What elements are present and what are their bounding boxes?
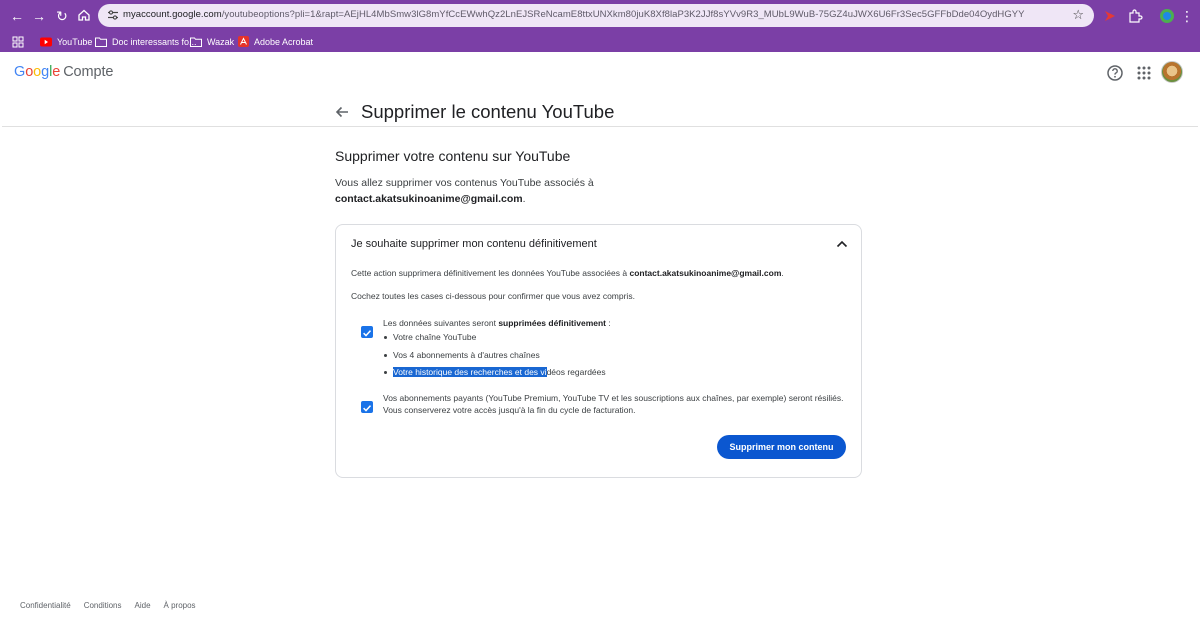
browser-toolbar: ← → ↻ myaccount.google.com/youtubeoption… bbox=[0, 0, 1200, 31]
youtube-icon bbox=[40, 37, 52, 46]
menu-dots-icon[interactable]: ⋮ bbox=[1178, 7, 1196, 25]
checkmark-icon bbox=[363, 330, 372, 337]
bookmark-doc-interessants[interactable]: Doc interessants fo... bbox=[95, 34, 197, 49]
site-info-icon[interactable] bbox=[106, 8, 120, 22]
folder-icon bbox=[190, 37, 202, 47]
browser-chrome: ← → ↻ myaccount.google.com/youtubeoption… bbox=[0, 0, 1200, 52]
delete-content-button[interactable]: Supprimer mon contenu bbox=[717, 435, 846, 459]
page-content: Google Compte Supprimer le contenu YouTub… bbox=[2, 52, 1198, 623]
section-title: Supprimer votre contenu sur YouTube bbox=[335, 148, 571, 164]
forward-nav-icon[interactable]: → bbox=[30, 7, 48, 25]
footer-link-help[interactable]: Aide bbox=[135, 601, 151, 610]
card-heading[interactable]: Je souhaite supprimer mon contenu défini… bbox=[351, 238, 597, 250]
footer-link-about[interactable]: À propos bbox=[164, 601, 196, 610]
bookmark-adobe-acrobat[interactable]: Adobe Acrobat bbox=[238, 34, 313, 49]
google-account-logo[interactable]: Google Compte bbox=[14, 64, 113, 80]
extensions-puzzle-icon[interactable] bbox=[1127, 8, 1143, 24]
extension-icon[interactable] bbox=[1102, 8, 1118, 24]
checkbox-paid-subscriptions-label: Vos abonnements payants (YouTube Premium… bbox=[383, 393, 844, 415]
list-item: Votre chaîne YouTube bbox=[383, 332, 606, 350]
list-item: Votre historique des recherches et des v… bbox=[383, 367, 606, 385]
page-title: Supprimer le contenu YouTube bbox=[361, 101, 615, 122]
apps-launcher-icon[interactable] bbox=[1135, 64, 1153, 82]
profile-icon[interactable] bbox=[1159, 8, 1175, 24]
delete-content-card: Je souhaite supprimer mon contenu défini… bbox=[335, 224, 862, 478]
back-nav-icon[interactable]: ← bbox=[8, 7, 26, 25]
footer-link-terms[interactable]: Conditions bbox=[84, 601, 122, 610]
checkmark-icon bbox=[363, 405, 372, 412]
chevron-up-icon[interactable] bbox=[835, 237, 849, 251]
help-icon[interactable] bbox=[1106, 64, 1124, 82]
deletion-list: Votre chaîne YouTube Vos 4 abonnements à… bbox=[383, 332, 606, 385]
url-text: myaccount.google.com/youtubeoptions?pli=… bbox=[123, 9, 1025, 20]
bookmark-youtube[interactable]: YouTube bbox=[40, 34, 92, 49]
home-icon[interactable] bbox=[75, 7, 93, 25]
list-item: Vos 4 abonnements à d'autres chaînes bbox=[383, 350, 606, 368]
folder-icon bbox=[95, 37, 107, 47]
bookmark-star-icon[interactable]: ☆ bbox=[1072, 7, 1084, 23]
address-bar[interactable]: myaccount.google.com/youtubeoptions?pli=… bbox=[98, 4, 1094, 27]
back-arrow-icon[interactable] bbox=[333, 103, 351, 121]
footer-link-privacy[interactable]: Confidentialité bbox=[20, 601, 71, 610]
checkbox-paid-subscriptions[interactable] bbox=[361, 401, 373, 413]
intro-text: Vous allez supprimer vos contenus YouTub… bbox=[335, 177, 594, 205]
confirm-text: Cochez toutes les cases ci-dessous pour … bbox=[351, 291, 635, 301]
footer: Confidentialité Conditions Aide À propos bbox=[20, 601, 209, 610]
account-email: contact.akatsukinoanime@gmail.com bbox=[335, 193, 523, 205]
apps-grid-icon[interactable] bbox=[12, 34, 29, 49]
bookmarks-bar: YouTube Doc interessants fo... Wazak Ado… bbox=[0, 31, 1200, 52]
checkbox-data-deletion-label: Les données suivantes seront supprimées … bbox=[383, 318, 611, 328]
action-text: Cette action supprimera définitivement l… bbox=[351, 268, 784, 278]
reload-icon[interactable]: ↻ bbox=[53, 7, 71, 25]
acrobat-icon bbox=[238, 36, 249, 47]
bookmark-wazak[interactable]: Wazak bbox=[190, 34, 234, 49]
account-avatar[interactable] bbox=[1161, 61, 1183, 83]
page-title-row: Supprimer le contenu YouTube bbox=[333, 99, 614, 125]
checkbox-data-deletion[interactable] bbox=[361, 326, 373, 338]
app-header: Google Compte Supprimer le contenu YouTub… bbox=[2, 52, 1198, 127]
selected-text: Votre historique des recherches et des v… bbox=[393, 367, 547, 377]
